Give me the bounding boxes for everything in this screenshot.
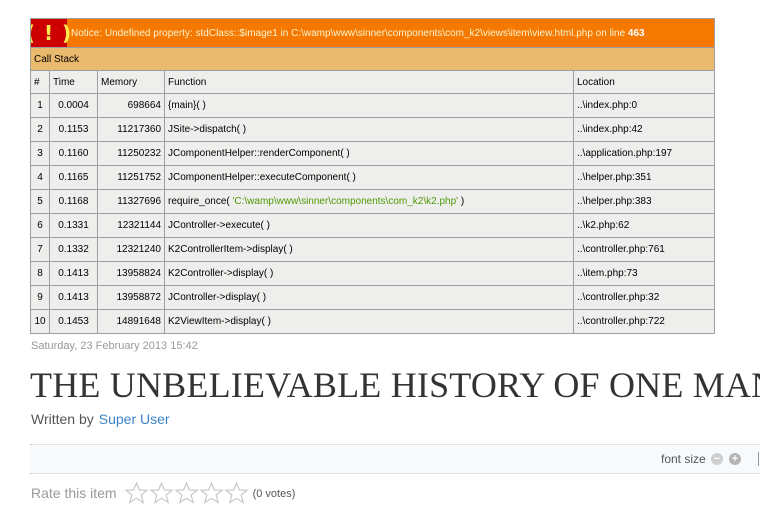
row-time: 0.1153 bbox=[49, 117, 98, 142]
table-row: 9 0.1413 13958872 JController->display( )..… bbox=[30, 285, 715, 310]
star-icon[interactable] bbox=[223, 482, 249, 504]
table-row: 6 0.1331 12321144 JController->execute( )..… bbox=[30, 213, 715, 238]
star-icon[interactable] bbox=[148, 482, 174, 504]
toolbar-divider bbox=[758, 452, 759, 466]
row-memory: 11251752 bbox=[97, 165, 165, 190]
table-row: 10 0.1453 14891648 K2ViewItem->display( )..… bbox=[30, 309, 715, 334]
row-function: K2Controller->display( ) bbox=[164, 261, 574, 286]
column-header-num: # bbox=[30, 70, 50, 94]
row-memory: 11217360 bbox=[97, 117, 165, 142]
row-memory: 13958872 bbox=[97, 285, 165, 310]
row-location: ..\index.php:0 bbox=[573, 93, 715, 118]
rating-votes: (0 votes) bbox=[252, 488, 296, 500]
notice-row: ( ! ) Notice: Undefined property: stdCla… bbox=[30, 18, 715, 48]
function-argument: 'C:\wamp\www\sinner\components\com_k2\k2… bbox=[232, 196, 459, 207]
call-stack-label: Call Stack bbox=[30, 47, 715, 71]
row-location: ..\helper.php:351 bbox=[573, 165, 715, 190]
row-time: 0.1413 bbox=[49, 285, 98, 310]
rating-block: Rate this item (0 votes) bbox=[31, 482, 295, 504]
row-function: JController->execute( ) bbox=[164, 213, 574, 238]
table-row: 8 0.1413 13958824 K2Controller->display( ).… bbox=[30, 261, 715, 286]
xdebug-error-table: ( ! ) Notice: Undefined property: stdCla… bbox=[30, 18, 715, 334]
row-location: ..\application.php:197 bbox=[573, 141, 715, 166]
star-icon[interactable] bbox=[123, 482, 149, 504]
row-function: require_once( 'C:\wamp\www\sinner\compon… bbox=[164, 189, 574, 214]
table-row: 4 0.1165 11251752 JComponentHelper::execute… bbox=[30, 165, 715, 190]
table-row: 7 0.1332 12321240 K2ControllerItem->display… bbox=[30, 237, 715, 262]
row-time: 0.1168 bbox=[49, 189, 98, 214]
author-link[interactable]: Super User bbox=[99, 411, 170, 427]
row-memory: 12321240 bbox=[97, 237, 165, 262]
call-stack-header: Call Stack bbox=[30, 47, 715, 71]
row-location: ..\item.php:73 bbox=[573, 261, 715, 286]
row-memory: 12321144 bbox=[97, 213, 165, 238]
table-row: 1 0.0004 698664 {main}( ) ..\index.php:0 bbox=[30, 93, 715, 118]
row-number: 1 bbox=[30, 93, 50, 118]
row-memory: 13958824 bbox=[97, 261, 165, 286]
article-date: Saturday, 23 February 2013 15:42 bbox=[31, 340, 198, 352]
row-location: ..\controller.php:722 bbox=[573, 309, 715, 334]
warning-icon: ( ! ) bbox=[31, 19, 71, 47]
row-memory: 698664 bbox=[97, 93, 165, 118]
row-function: {main}( ) bbox=[164, 93, 574, 118]
row-time: 0.1331 bbox=[49, 213, 98, 238]
row-number: 5 bbox=[30, 189, 50, 214]
function-close: ) bbox=[458, 196, 465, 207]
row-time: 0.1453 bbox=[49, 309, 98, 334]
article-author: Written by Super User bbox=[31, 411, 170, 427]
row-function: JComponentHelper::executeComponent( ) bbox=[164, 165, 574, 190]
rating-stars bbox=[123, 482, 249, 504]
column-header-memory: Memory bbox=[97, 70, 165, 94]
table-row: 3 0.1160 11250232 JComponentHelper::renderC… bbox=[30, 141, 715, 166]
notice-message: Notice: Undefined property: stdClass::$i… bbox=[71, 28, 645, 39]
column-header-function: Function bbox=[164, 70, 574, 94]
font-decrease-button[interactable]: − bbox=[711, 453, 723, 465]
row-time: 0.1160 bbox=[49, 141, 98, 166]
row-number: 2 bbox=[30, 117, 50, 142]
row-location: ..\controller.php:761 bbox=[573, 237, 715, 262]
row-function: JController->display( ) bbox=[164, 285, 574, 310]
row-number: 7 bbox=[30, 237, 50, 262]
notice-line-number: 463 bbox=[627, 27, 645, 39]
row-number: 8 bbox=[30, 261, 50, 286]
row-number: 4 bbox=[30, 165, 50, 190]
column-header-location: Location bbox=[573, 70, 715, 94]
row-time: 0.1413 bbox=[49, 261, 98, 286]
table-row: 5 0.1168 11327696 require_once( 'C:\wamp\ww… bbox=[30, 189, 715, 214]
font-size-label: font size bbox=[661, 452, 706, 466]
row-location: ..\controller.php:32 bbox=[573, 285, 715, 310]
star-icon[interactable] bbox=[173, 482, 199, 504]
article-toolbar: font size − + bbox=[30, 444, 760, 474]
row-time: 0.0004 bbox=[49, 93, 98, 118]
row-number: 9 bbox=[30, 285, 50, 310]
row-function: K2ViewItem->display( ) bbox=[164, 309, 574, 334]
notice-text: Notice: Undefined property: stdClass::$i… bbox=[71, 27, 628, 39]
row-memory: 11327696 bbox=[97, 189, 165, 214]
row-function: JComponentHelper::renderComponent( ) bbox=[164, 141, 574, 166]
written-by-label: Written by bbox=[31, 411, 94, 427]
article-title: THE UNBELIEVABLE HISTORY OF ONE MAN bbox=[30, 365, 760, 405]
star-icon[interactable] bbox=[198, 482, 224, 504]
function-call: require_once( bbox=[168, 196, 233, 207]
font-increase-button[interactable]: + bbox=[729, 453, 741, 465]
table-row: 2 0.1153 11217360 JSite->dispatch( ) ..\inde… bbox=[30, 117, 715, 142]
row-location: ..\index.php:42 bbox=[573, 117, 715, 142]
row-function: K2ControllerItem->display( ) bbox=[164, 237, 574, 262]
row-number: 6 bbox=[30, 213, 50, 238]
row-location: ..\helper.php:383 bbox=[573, 189, 715, 214]
rating-label: Rate this item bbox=[31, 485, 117, 501]
row-memory: 14891648 bbox=[97, 309, 165, 334]
row-time: 0.1165 bbox=[49, 165, 98, 190]
column-header-time: Time bbox=[49, 70, 98, 94]
row-number: 3 bbox=[30, 141, 50, 166]
row-memory: 11250232 bbox=[97, 141, 165, 166]
row-number: 10 bbox=[30, 309, 50, 334]
row-location: ..\k2.php:62 bbox=[573, 213, 715, 238]
row-function: JSite->dispatch( ) bbox=[164, 117, 574, 142]
row-time: 0.1332 bbox=[49, 237, 98, 262]
column-header-row: # Time Memory Function Location bbox=[30, 70, 715, 94]
